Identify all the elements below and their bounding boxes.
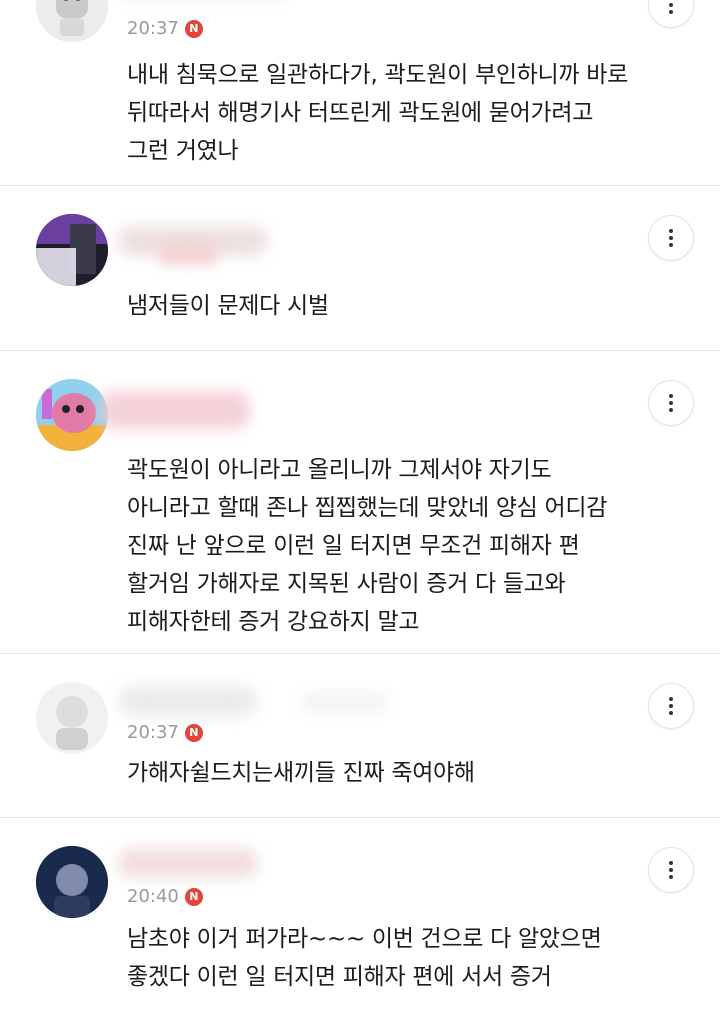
- comment-time: 20:37: [127, 18, 179, 39]
- meta-redacted: [158, 246, 218, 264]
- more-vertical-icon: [669, 861, 673, 879]
- more-options-button[interactable]: [648, 215, 694, 261]
- more-options-button[interactable]: [648, 847, 694, 893]
- comment-item: 20:40 N 남초야 이거 퍼가라~~~ 이번 건으로 다 알았으면 좋겠다 …: [0, 818, 720, 1018]
- avatar[interactable]: [36, 682, 108, 754]
- more-vertical-icon: [669, 697, 673, 715]
- more-options-button[interactable]: [648, 380, 694, 426]
- more-options-button[interactable]: [648, 683, 694, 729]
- comment-text: 내내 침묵으로 일관하다가, 곽도원이 부인하니까 바로 뒤따라서 해명기사 터…: [127, 62, 628, 164]
- author-name-redacted: [118, 686, 258, 716]
- comment-item: 20:37 N 내내 침묵으로 일관하다가, 곽도원이 부인하니까 바로 뒤따라…: [0, 0, 720, 186]
- comment-item: 곽도원이 아니라고 올리니까 그제서야 자기도 아니라고 할때 존나 찝찝했는데…: [0, 351, 720, 654]
- new-badge: N: [184, 887, 203, 906]
- avatar[interactable]: [36, 846, 108, 918]
- comment-time: 20:40: [127, 886, 179, 907]
- author-name-redacted: [100, 391, 250, 429]
- comment-text: 가해자쉴드치는새끼들 진짜 죽여야해: [127, 760, 475, 786]
- comment-meta: 20:37 N: [127, 722, 203, 743]
- more-options-button[interactable]: [648, 0, 694, 28]
- comment-meta: 20:40 N: [127, 886, 203, 907]
- author-name-redacted: [300, 692, 390, 712]
- author-name-redacted: [118, 848, 258, 878]
- avatar[interactable]: [36, 379, 108, 451]
- new-badge: N: [184, 723, 203, 742]
- avatar[interactable]: [36, 0, 108, 42]
- comment-text: 냄저들이 문제다 시벌: [127, 293, 329, 319]
- comment-item: 냄저들이 문제다 시벌: [0, 186, 720, 351]
- avatar[interactable]: [36, 214, 108, 286]
- more-vertical-icon: [669, 0, 673, 14]
- comment-meta: 20:37 N: [127, 18, 203, 39]
- more-vertical-icon: [669, 229, 673, 247]
- comment-text: 곽도원이 아니라고 올리니까 그제서야 자기도 아니라고 할때 존나 찝찝했는데…: [127, 457, 608, 635]
- more-vertical-icon: [669, 394, 673, 412]
- new-badge: N: [184, 19, 203, 38]
- comment-item: 20:37 N 가해자쉴드치는새끼들 진짜 죽여야해: [0, 654, 720, 818]
- comment-time: 20:37: [127, 722, 179, 743]
- comment-text: 남초야 이거 퍼가라~~~ 이번 건으로 다 알았으면 좋겠다 이런 일 터지면…: [127, 926, 602, 990]
